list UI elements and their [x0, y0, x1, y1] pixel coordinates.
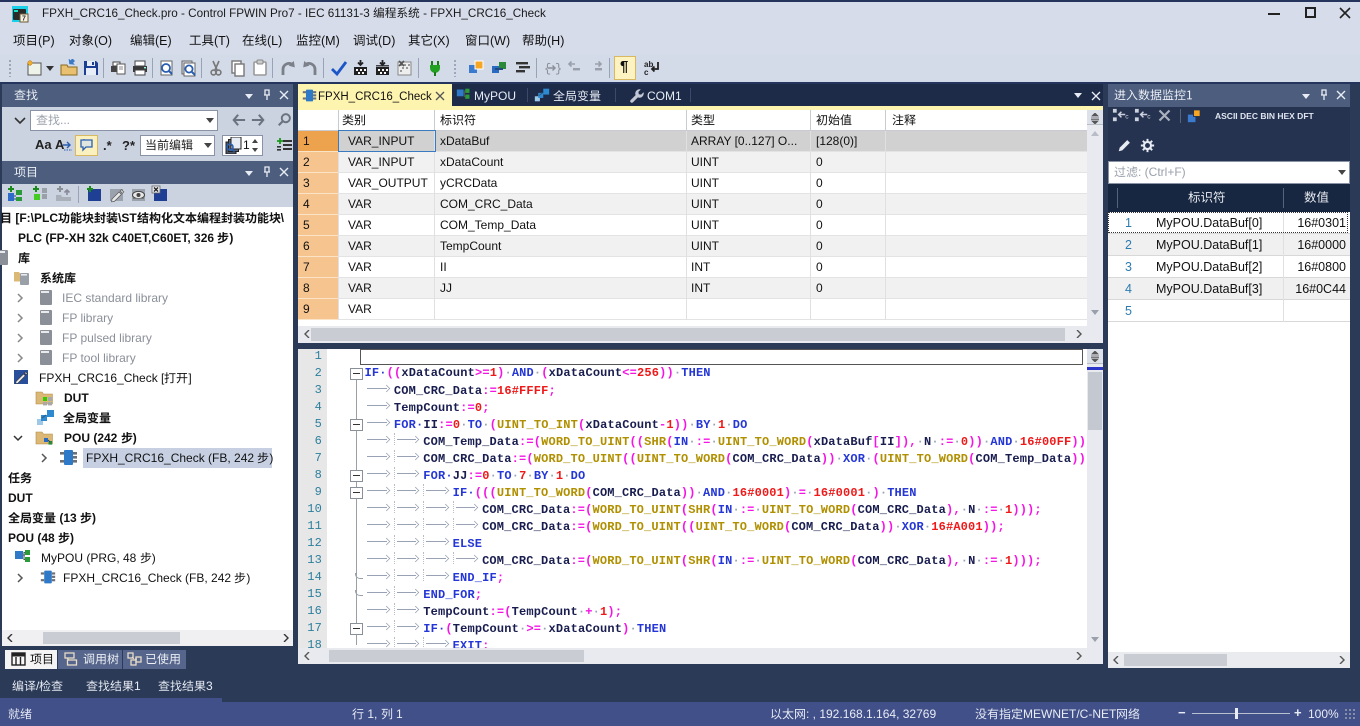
svg-text:c: c [1125, 113, 1129, 120]
svg-text:7: 7 [22, 16, 26, 23]
svg-text:c: c [644, 68, 649, 77]
svg-text:{: { [544, 62, 551, 76]
svg-text:c: c [1147, 113, 1151, 120]
svg-text:}: } [555, 62, 561, 76]
